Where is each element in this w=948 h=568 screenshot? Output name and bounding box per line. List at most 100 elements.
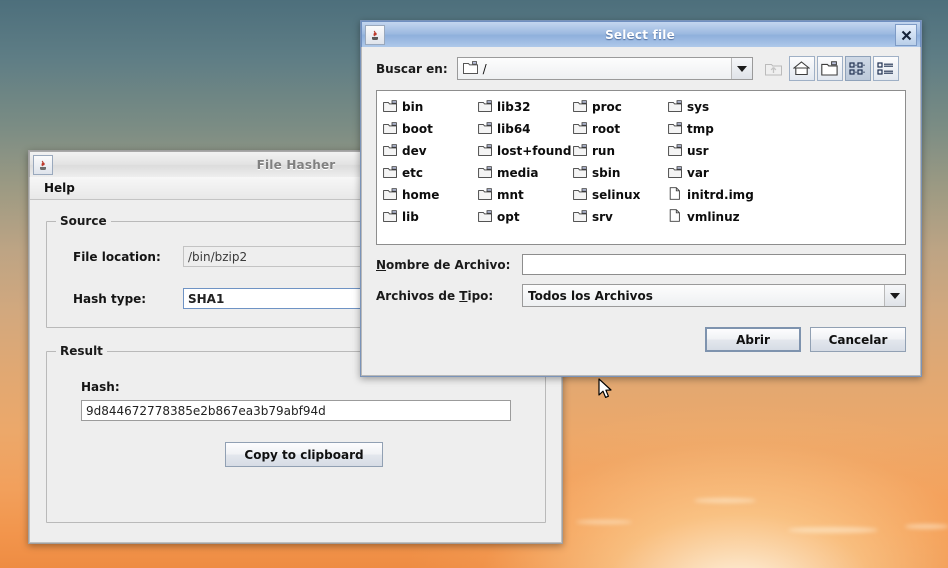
file-list-item[interactable]: home — [382, 184, 477, 206]
hash-label: Hash: — [81, 380, 120, 394]
folder-icon — [668, 99, 682, 115]
dialog-toolbar — [761, 56, 899, 81]
file-list-item-label: bin — [402, 100, 424, 114]
file-list-item[interactable]: proc — [572, 96, 667, 118]
file-location-label: File location: — [73, 249, 161, 264]
file-list-item-label: etc — [402, 166, 423, 180]
file-list-item[interactable]: var — [667, 162, 762, 184]
select-file-dialog: Select file Buscar en: / bin boot dev et… — [360, 20, 922, 377]
folder-icon — [573, 165, 587, 181]
file-list-item[interactable]: media — [477, 162, 572, 184]
result-group-title: Result — [56, 344, 107, 358]
folder-icon — [383, 143, 397, 159]
file-list-item-label: run — [592, 144, 616, 158]
folder-icon — [668, 165, 682, 181]
file-list-item-label: usr — [687, 144, 709, 158]
filename-row: Nombre de Archivo: — [362, 254, 920, 275]
look-in-combo[interactable]: / — [456, 57, 753, 80]
folder-icon — [668, 143, 682, 159]
file-list-item[interactable]: run — [572, 140, 667, 162]
java-coffee-cup-icon — [365, 25, 385, 45]
mouse-pointer — [598, 378, 613, 404]
folder-icon — [573, 121, 587, 137]
file-list-item[interactable]: opt — [477, 206, 572, 228]
file-list-item-label: proc — [592, 100, 622, 114]
look-in-value: / — [482, 61, 487, 76]
chevron-down-icon[interactable] — [884, 285, 905, 306]
file-list-item-label: opt — [497, 210, 520, 224]
file-list-item-label: mnt — [497, 188, 524, 202]
file-list-item[interactable]: initrd.img — [667, 184, 762, 206]
folder-icon — [383, 209, 397, 225]
hash-type-label: Hash type: — [73, 291, 147, 306]
folder-icon — [573, 187, 587, 203]
dialog-body: Buscar en: / bin boot dev etc home lib l… — [361, 47, 921, 376]
file-list-item[interactable]: sbin — [572, 162, 667, 184]
file-list-item-label: var — [687, 166, 709, 180]
folder-icon — [573, 143, 587, 159]
file-list-item[interactable]: vmlinuz — [667, 206, 762, 228]
file-list-item-label: lib32 — [497, 100, 531, 114]
file-list-item[interactable]: lib — [382, 206, 477, 228]
folder-icon — [478, 187, 492, 203]
file-list-item-label: srv — [592, 210, 613, 224]
chevron-down-icon[interactable] — [730, 58, 752, 79]
desktop-background: File Hasher Help Source File location: /… — [0, 0, 948, 568]
open-button[interactable]: Abrir — [705, 327, 801, 352]
cloud-streak — [576, 520, 632, 524]
up-folder-icon[interactable] — [761, 56, 787, 81]
grid-view-icon[interactable] — [844, 56, 871, 81]
close-icon[interactable] — [895, 24, 917, 46]
file-list-item[interactable]: tmp — [667, 118, 762, 140]
file-list-item[interactable]: bin — [382, 96, 477, 118]
file-list-item[interactable]: selinux — [572, 184, 667, 206]
new-folder-icon[interactable] — [816, 56, 843, 81]
folder-icon — [573, 99, 587, 115]
file-list-item-label: dev — [402, 144, 427, 158]
folder-icon — [478, 209, 492, 225]
folder-icon — [478, 143, 492, 159]
cloud-streak — [788, 527, 878, 533]
hash-output-field[interactable]: 9d844672778385e2b867ea3b79abf94d — [81, 400, 511, 421]
file-list-item-label: initrd.img — [687, 188, 754, 202]
cancel-button[interactable]: Cancelar — [810, 327, 906, 352]
folder-icon — [462, 60, 478, 77]
java-coffee-cup-icon — [33, 155, 53, 175]
file-list-item[interactable]: lib32 — [477, 96, 572, 118]
file-list-item[interactable]: sys — [667, 96, 762, 118]
home-icon[interactable] — [788, 56, 815, 81]
file-list-item[interactable]: usr — [667, 140, 762, 162]
file-list-item-label: tmp — [687, 122, 714, 136]
file-list-item[interactable]: lost+found — [477, 140, 572, 162]
look-in-label: Buscar en: — [376, 61, 448, 76]
file-list-item-label: boot — [402, 122, 433, 136]
file-list: bin boot dev etc home lib lib32 lib64 lost+found… — [382, 96, 902, 241]
filename-input[interactable] — [522, 254, 906, 275]
file-list-item[interactable]: mnt — [477, 184, 572, 206]
look-in-value-wrap: / — [458, 60, 731, 77]
folder-icon — [573, 209, 587, 225]
file-list-item[interactable]: boot — [382, 118, 477, 140]
filetype-value: Todos los Archivos — [528, 288, 653, 303]
file-list-item[interactable]: srv — [572, 206, 667, 228]
look-in-row: Buscar en: / — [362, 47, 920, 81]
dialog-button-row: Abrir Cancelar — [362, 327, 920, 352]
file-list-panel[interactable]: bin boot dev etc home lib lib32 lib64 lost+found… — [376, 90, 906, 245]
folder-icon — [478, 121, 492, 137]
dialog-titlebar[interactable]: Select file — [361, 21, 921, 49]
copy-to-clipboard-button[interactable]: Copy to clipboard — [225, 442, 383, 467]
file-list-item-label: media — [497, 166, 539, 180]
file-list-item[interactable]: root — [572, 118, 667, 140]
file-list-item[interactable]: etc — [382, 162, 477, 184]
file-icon — [668, 209, 682, 225]
file-list-item-label: lib64 — [497, 122, 531, 136]
file-list-item-label: vmlinuz — [687, 210, 740, 224]
folder-icon — [478, 99, 492, 115]
folder-icon — [478, 165, 492, 181]
file-list-item[interactable]: dev — [382, 140, 477, 162]
file-list-item[interactable]: lib64 — [477, 118, 572, 140]
filetype-combo[interactable]: Todos los Archivos — [522, 284, 906, 307]
menu-item-help[interactable]: Help — [37, 179, 82, 197]
details-view-icon[interactable] — [872, 56, 899, 81]
cloud-streak — [905, 524, 948, 529]
